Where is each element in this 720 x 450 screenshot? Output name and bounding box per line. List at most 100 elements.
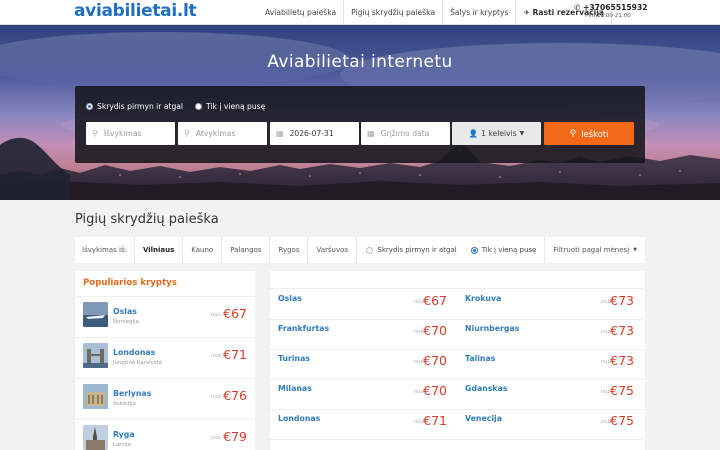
trip-type-options: Skrydis pirmyn ir atgal Tik į vieną pusę xyxy=(86,102,265,111)
tab-riga[interactable]: Rygos xyxy=(269,237,307,263)
month-filter-label: Filtruoti pagal mėnesį xyxy=(553,246,630,254)
filter-oneway-option[interactable]: Tik į vieną pusę xyxy=(467,246,541,254)
destination-country: Norvegija xyxy=(113,319,139,325)
destination-price: €70 xyxy=(423,383,447,398)
cheap-flights-grid: Oslas nuo €67 Frankfurtas nuo €70 Turina… xyxy=(270,271,645,450)
list-item[interactable]: Londonas Jungtinė Karalystė nuo €71 xyxy=(75,337,255,378)
site-logo[interactable]: aviabilietai.lt xyxy=(74,1,197,21)
grid-header xyxy=(270,271,645,289)
price-prefix: nuo xyxy=(211,353,221,359)
price-prefix: nuo xyxy=(211,394,221,400)
destination-price: €75 xyxy=(610,413,634,428)
radio-unselected-icon[interactable] xyxy=(366,246,374,254)
destination-city: Ryga xyxy=(113,430,135,439)
destination-city: Oslas xyxy=(278,294,302,303)
table-row[interactable]: Turinas nuo €70 xyxy=(270,350,457,380)
destination-city: Londonas xyxy=(278,414,321,423)
departure-input[interactable]: ⚲ Išvykimas xyxy=(86,122,175,145)
radio-unselected-icon[interactable] xyxy=(195,103,203,110)
table-row[interactable]: Krokuva nuo €73 xyxy=(457,290,644,320)
search-button-label: Ieškoti xyxy=(581,128,609,139)
return-date-placeholder: Grįžimo data xyxy=(380,129,430,138)
popular-destinations-title: Populiarios kryptys xyxy=(83,278,177,288)
list-item[interactable]: Berlynas Vokietija nuo €76 xyxy=(75,378,255,419)
destination-city: Frankfurtas xyxy=(278,324,330,333)
table-row[interactable]: Talinas nuo €73 xyxy=(457,350,644,380)
destination-price: €70 xyxy=(423,323,447,338)
contact-phone[interactable]: ✆ +37065515932 xyxy=(574,3,648,12)
tab-warsaw[interactable]: Varšuvos xyxy=(307,237,358,263)
filter-roundtrip-option[interactable]: Skrydis pirmyn ir atgal xyxy=(362,246,460,254)
popular-destinations: Populiarios kryptys Oslas Norvegija nuo … xyxy=(75,271,255,450)
destination-price: €71 xyxy=(223,347,247,362)
map-pin-icon: ⚲ xyxy=(92,129,98,138)
table-row[interactable]: Niurnbergas nuo €73 xyxy=(457,320,644,350)
nav-countries[interactable]: Šalys ir kryptys xyxy=(443,8,515,17)
destination-country: Latvija xyxy=(113,442,131,448)
destination-price: €67 xyxy=(223,306,247,321)
phone-icon: ✆ xyxy=(574,3,581,12)
map-pin-icon: ⚲ xyxy=(184,129,190,138)
tab-vilnius[interactable]: Vilniaus xyxy=(133,237,182,263)
contact-hours: I-VII 10:00-21:00 xyxy=(585,13,631,19)
price-prefix: nuo xyxy=(211,312,221,318)
destination-price: €79 xyxy=(223,429,247,444)
tab-kaunas[interactable]: Kauno xyxy=(182,237,221,263)
caret-down-icon: ▼ xyxy=(633,247,637,253)
list-item[interactable]: Ryga Latvija nuo €79 xyxy=(75,419,255,450)
table-row[interactable]: Venecija nuo €75 xyxy=(457,410,644,440)
radio-selected-icon[interactable] xyxy=(470,246,478,254)
contact-phone-number: +37065515932 xyxy=(583,3,648,12)
list-item[interactable]: Oslas Norvegija nuo €67 xyxy=(75,296,255,337)
berlin-thumbnail xyxy=(83,384,108,409)
table-row[interactable]: Oslas nuo €67 xyxy=(270,290,457,320)
destination-city: Milanas xyxy=(278,384,312,393)
cheap-flights-title: Pigių skrydžių paieška xyxy=(75,212,219,227)
caret-down-icon: ▼ xyxy=(519,130,525,137)
hero-title: Aviabilietai internetu xyxy=(267,52,453,72)
table-row[interactable]: Gdanskas nuo €75 xyxy=(457,380,644,410)
calendar-icon: ▦ xyxy=(276,129,284,138)
destination-price: €67 xyxy=(423,293,447,308)
london-thumbnail xyxy=(83,343,108,368)
destination-price: €73 xyxy=(610,353,634,368)
destination-city: Turinas xyxy=(278,354,310,363)
return-date-input[interactable]: ▦ Grįžimo data xyxy=(361,122,450,145)
nav-flight-search[interactable]: Aviabilietų paieška xyxy=(258,8,343,17)
price-prefix: nuo xyxy=(211,435,221,441)
user-icon: 👤 xyxy=(468,129,479,138)
table-row[interactable]: Frankfurtas nuo €70 xyxy=(270,320,457,350)
destination-city: Talinas xyxy=(465,354,496,363)
site-header: aviabilietai.lt Aviabilietų paieška Pigi… xyxy=(0,0,720,25)
table-row[interactable]: Londonas nuo €71 xyxy=(270,410,457,440)
hero-banner: Aviabilietai internetu Skrydis pirmyn ir… xyxy=(0,25,720,200)
passengers-dropdown[interactable]: 👤 1 keleivis ▼ xyxy=(452,122,541,145)
trip-roundtrip-label: Skrydis pirmyn ir atgal xyxy=(97,102,184,111)
search-button[interactable]: ⚲ Ieškoti xyxy=(544,122,634,145)
arrival-input[interactable]: ⚲ Atvykimas xyxy=(178,122,267,145)
tab-palanga[interactable]: Palangos xyxy=(221,237,269,263)
nav-cheap-flights[interactable]: Pigių skrydžių paieška xyxy=(344,8,442,17)
calendar-icon: ▦ xyxy=(367,129,375,138)
trip-roundtrip-option[interactable]: Skrydis pirmyn ir atgal xyxy=(86,102,183,111)
destination-country: Jungtinė Karalystė xyxy=(113,360,163,366)
arrival-placeholder: Atvykimas xyxy=(195,129,236,138)
riga-thumbnail xyxy=(83,425,108,450)
destination-city: Oslas xyxy=(113,307,137,316)
destination-price: €70 xyxy=(423,353,447,368)
oslo-thumbnail xyxy=(83,302,108,327)
departure-date-value: 2026-07-31 xyxy=(289,129,334,138)
table-row[interactable]: Milanas nuo €70 xyxy=(270,380,457,410)
destination-city: Gdanskas xyxy=(465,384,508,393)
destination-city: Venecija xyxy=(465,414,502,423)
destination-city: Berlynas xyxy=(113,389,152,398)
filter-oneway-label: Tik į vieną pusę xyxy=(481,246,537,254)
radio-selected-icon[interactable] xyxy=(86,103,93,110)
destination-city: Londonas xyxy=(113,348,156,357)
destination-price: €73 xyxy=(610,323,634,338)
trip-oneway-option[interactable]: Tik į vieną pusę xyxy=(195,102,265,111)
departure-date-input[interactable]: ▦ 2026-07-31 xyxy=(270,122,359,145)
month-filter-dropdown[interactable]: Filtruoti pagal mėnesį ▼ xyxy=(544,237,645,263)
destination-country: Vokietija xyxy=(113,401,136,407)
destination-price: €71 xyxy=(423,413,447,428)
